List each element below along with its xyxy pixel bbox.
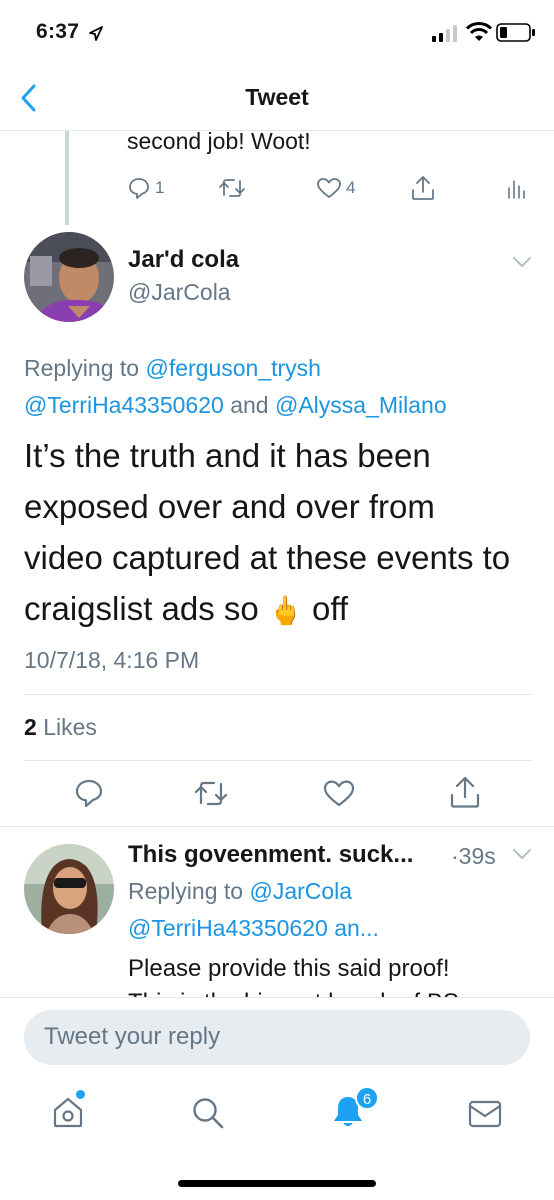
- tweet-text-line: craigslist ads so 🖕 off: [24, 583, 544, 636]
- emoji: 🖕: [267, 595, 303, 626]
- reply-user-link[interactable]: @TerriHa43350620: [24, 392, 224, 418]
- chevron-down-icon[interactable]: [512, 256, 532, 268]
- status-time: 6:37: [36, 20, 80, 43]
- likes-label: Likes: [43, 714, 97, 740]
- divider: [0, 826, 554, 827]
- tweet-body: It’s the truth and it has been exposed o…: [24, 430, 544, 636]
- tweet-text-line: exposed over and over from: [24, 488, 435, 525]
- messages-icon[interactable]: [468, 1100, 502, 1128]
- replying-to: Replying to @ferguson_trysh @TerriHa4335…: [24, 350, 544, 424]
- reply-icon[interactable]: [73, 777, 105, 809]
- avatar[interactable]: [24, 232, 114, 322]
- reply-user-link[interactable]: @JarCola: [249, 878, 352, 904]
- likes-count: 2: [24, 714, 37, 740]
- tweet-text-segment: off: [311, 590, 349, 627]
- wifi-icon: [466, 22, 492, 41]
- reply-tweet-body: Please provide this said proof! This is …: [128, 952, 538, 998]
- reply-input[interactable]: Tweet your reply: [24, 1010, 530, 1065]
- reply-user-link[interactable]: @ferguson_trysh: [145, 355, 321, 381]
- previous-retweet-button[interactable]: [218, 176, 246, 200]
- heart-icon: [317, 178, 341, 198]
- author-handle[interactable]: @JarCola: [128, 279, 231, 306]
- reply-replying-to: Replying to @JarCola @TerriHa43350620 an…: [128, 873, 538, 947]
- battery-icon: [496, 23, 535, 42]
- page-title: Tweet: [245, 84, 309, 110]
- analytics-icon[interactable]: [506, 178, 526, 200]
- thread-line: [65, 131, 69, 225]
- signal-icon: [432, 25, 457, 42]
- chevron-down-icon[interactable]: [512, 848, 532, 860]
- tweet-text-line: Please provide this said proof!: [128, 955, 450, 982]
- tweet-text-line: It’s the truth and it has been: [24, 437, 431, 474]
- home-unread-dot: [76, 1090, 85, 1099]
- retweet-icon[interactable]: [193, 778, 229, 808]
- reply-and: and: [230, 392, 269, 418]
- divider: [0, 997, 554, 998]
- previous-reply-button[interactable]: 1: [127, 176, 164, 200]
- divider: [24, 694, 532, 695]
- home-indicator[interactable]: [178, 1180, 376, 1187]
- notifications-badge: 6: [355, 1086, 379, 1110]
- previous-like-count: 4: [346, 178, 356, 197]
- previous-reply-count: 1: [155, 178, 165, 197]
- avatar-image: [24, 232, 114, 322]
- location-arrow-icon: [89, 26, 103, 41]
- divider: [24, 760, 532, 761]
- previous-like-button[interactable]: 4: [316, 176, 355, 200]
- tweet-timestamp: 10/7/18, 4:16 PM: [24, 647, 200, 673]
- search-icon[interactable]: [191, 1096, 225, 1130]
- author-name[interactable]: Jar'd cola: [128, 246, 239, 274]
- reply-user-link[interactable]: @Alyssa_Milano: [275, 392, 447, 418]
- replying-prefix: Replying to: [128, 878, 244, 904]
- reply-author-name[interactable]: This goveenment. suck...: [128, 841, 448, 869]
- tweet-text-line: video captured at these events to: [24, 539, 511, 576]
- retweet-icon: [219, 179, 245, 197]
- likes-summary[interactable]: 2 Likes: [24, 714, 97, 741]
- avatar-image: [24, 844, 114, 934]
- avatar[interactable]: [24, 844, 114, 934]
- reply-input-placeholder: Tweet your reply: [44, 1023, 221, 1050]
- tweet-text-segment: craigslist ads so: [24, 590, 259, 627]
- reply-user-link[interactable]: @TerriHa43350620 an...: [128, 915, 379, 941]
- share-icon[interactable]: [448, 774, 482, 810]
- previous-tweet-text: second job! Woot!: [127, 128, 311, 154]
- share-icon[interactable]: [410, 174, 436, 202]
- heart-icon[interactable]: [322, 778, 356, 808]
- replying-prefix: Replying to: [24, 355, 140, 381]
- home-icon[interactable]: [52, 1095, 84, 1129]
- reply-age: ·39s: [451, 843, 496, 869]
- reply-icon: [129, 178, 149, 199]
